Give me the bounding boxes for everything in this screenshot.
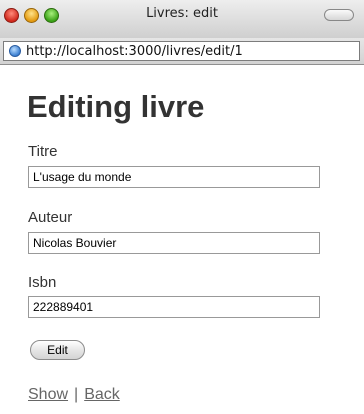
url-text[interactable]: http://localhost:3000/livres/edit/1 (26, 44, 243, 59)
isbn-input[interactable] (28, 296, 320, 318)
page-content: Editing livre Titre Auteur Isbn Edit Sho… (0, 65, 364, 414)
browser-window: Livres: edit http://localhost:3000/livre… (0, 0, 364, 414)
toolbar-toggle-icon[interactable] (324, 9, 354, 21)
title-bar: Livres: edit (0, 0, 364, 39)
edit-button[interactable]: Edit (30, 340, 85, 360)
auteur-label: Auteur (28, 209, 73, 226)
url-field[interactable]: http://localhost:3000/livres/edit/1 (3, 41, 360, 61)
window-title: Livres: edit (146, 6, 218, 21)
page-title: Editing livre (27, 89, 205, 124)
address-bar: http://localhost:3000/livres/edit/1 (0, 38, 364, 65)
show-link[interactable]: Show (28, 386, 68, 403)
footer-links: Show | Back (28, 386, 120, 404)
link-separator: | (74, 386, 79, 403)
titre-input[interactable] (28, 166, 320, 188)
titre-label: Titre (28, 143, 58, 160)
auteur-input[interactable] (28, 232, 320, 254)
isbn-label: Isbn (28, 274, 57, 291)
back-link[interactable]: Back (84, 386, 120, 403)
globe-icon (9, 45, 21, 57)
